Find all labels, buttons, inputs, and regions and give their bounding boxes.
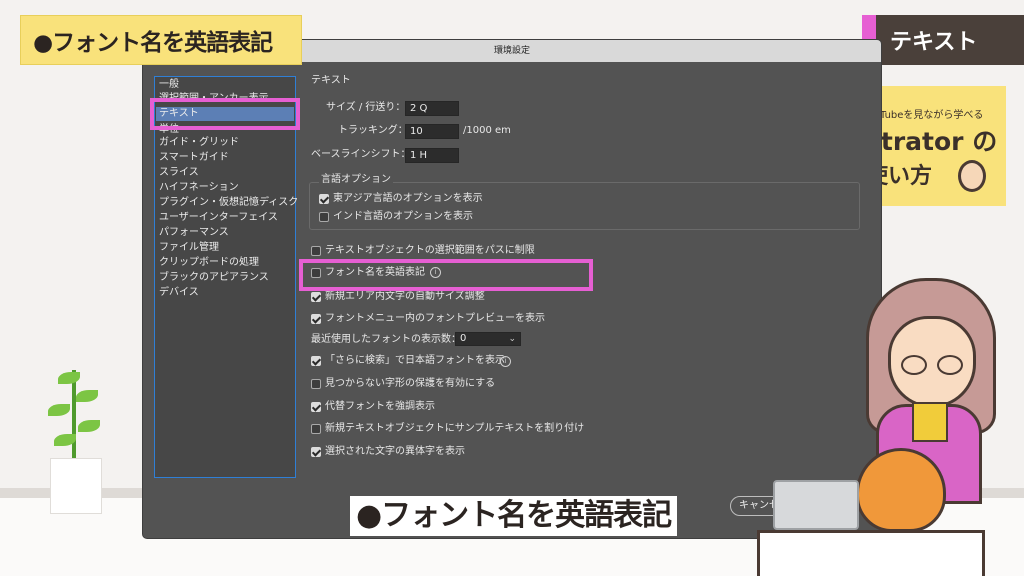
auto-size-label: 新規エリア内文字の自動サイズ調整 [325, 291, 485, 302]
video-subtitle: ●フォント名を英語表記 [350, 496, 678, 536]
highlight-substituted-label: 代替フォントを強調表示 [325, 401, 435, 412]
tracking-unit: /1000 em [463, 125, 511, 136]
topic-tag-label: テキスト [890, 30, 978, 55]
japanese-fonts-checkbox[interactable] [311, 356, 321, 366]
desk [757, 530, 985, 576]
book-card: Tubeを見ながら学べる strator の 使い方 [862, 86, 1006, 206]
font-preview-label: フォントメニュー内のフォントプレビューを表示 [325, 313, 545, 324]
sidebar-item-file-handling[interactable]: ファイル管理 [159, 241, 219, 255]
highlight-sidebar-text [150, 98, 300, 130]
plant-pot [50, 458, 102, 514]
language-options-title: 言語オプション [319, 173, 393, 187]
baseline-label: ベースラインシフト： [311, 149, 411, 160]
preferences-sidebar: 一般 選択範囲・アンカー表示 テキスト 単位 ガイド・グリッド スマートガイド … [154, 76, 298, 478]
restrict-selection-checkbox[interactable] [311, 246, 321, 256]
show-alternates-label: 選択された文字の異体字を表示 [325, 446, 465, 457]
recent-fonts-value: 0 [460, 333, 467, 344]
sidebar-item-slices[interactable]: スライス [159, 166, 199, 180]
tracking-label: トラッキング： [338, 125, 408, 136]
size-input[interactable]: 2 Q [405, 101, 459, 116]
show-alternates-checkbox[interactable] [311, 447, 321, 457]
indic-label: インド言語のオプションを表示 [333, 211, 473, 222]
laptop-icon [773, 480, 859, 530]
baseline-input[interactable]: 1 H [405, 148, 459, 163]
book-title-line1: strator の [866, 127, 998, 156]
character-scarf [912, 402, 948, 442]
book-subtitle: Tubeを見ながら学べる [880, 110, 984, 121]
indic-checkbox[interactable] [319, 212, 329, 222]
recent-fonts-label: 最近使用したフォントの表示数： [311, 334, 461, 345]
font-preview-checkbox[interactable] [311, 314, 321, 324]
section-title: テキスト [311, 75, 351, 86]
sidebar-item-black-appearance[interactable]: ブラックのアピアランス [159, 271, 269, 285]
size-label: サイズ / 行送り： [326, 102, 406, 113]
placeholder-text-checkbox[interactable] [311, 424, 321, 434]
missing-glyph-label: 見つからない字形の保護を有効にする [325, 378, 496, 389]
sidebar-item-devices[interactable]: デバイス [159, 286, 199, 300]
east-asian-checkbox[interactable] [319, 194, 329, 204]
chevron-down-icon: ⌄ [508, 334, 516, 344]
sidebar-item-plugins[interactable]: プラグイン・仮想記憶ディスク [159, 196, 298, 210]
sidebar-item-guides-grid[interactable]: ガイド・グリッド [159, 136, 239, 150]
author-face-icon [958, 160, 986, 192]
plant-stem [72, 370, 76, 462]
cat-mascot [856, 448, 946, 532]
restrict-selection-label: テキストオブジェクトの選択範囲をパスに制限 [325, 245, 535, 256]
glasses-left [901, 355, 927, 375]
glasses-right [937, 355, 963, 375]
japanese-fonts-label: 「さらに検索」で日本語フォントを表示 [325, 355, 505, 366]
sidebar-item-smart-guides[interactable]: スマートガイド [159, 151, 229, 165]
missing-glyph-checkbox[interactable] [311, 379, 321, 389]
highlight-english-font-names [299, 259, 593, 291]
character-face [888, 316, 976, 408]
highlight-substituted-checkbox[interactable] [311, 402, 321, 412]
east-asian-label: 東アジア言語のオプションを表示 [333, 193, 483, 204]
video-title-banner: ●フォント名を英語表記 [20, 15, 302, 65]
sidebar-item-user-interface[interactable]: ユーザーインターフェイス [159, 211, 278, 225]
auto-size-checkbox[interactable] [311, 292, 321, 302]
tracking-input[interactable]: 10 [405, 124, 459, 139]
topic-tag: テキスト [862, 15, 1024, 65]
sidebar-item-performance[interactable]: パフォーマンス [159, 226, 229, 240]
placeholder-text-label: 新規テキストオブジェクトにサンプルテキストを割り付け [325, 423, 585, 434]
recent-fonts-select[interactable]: 0 ⌄ [455, 332, 521, 346]
sidebar-item-clipboard[interactable]: クリップボードの処理 [159, 256, 259, 270]
info-icon[interactable]: i [500, 356, 511, 367]
sidebar-item-general[interactable]: 一般 [159, 78, 179, 92]
sidebar-item-hyphenation[interactable]: ハイフネーション [159, 181, 239, 195]
